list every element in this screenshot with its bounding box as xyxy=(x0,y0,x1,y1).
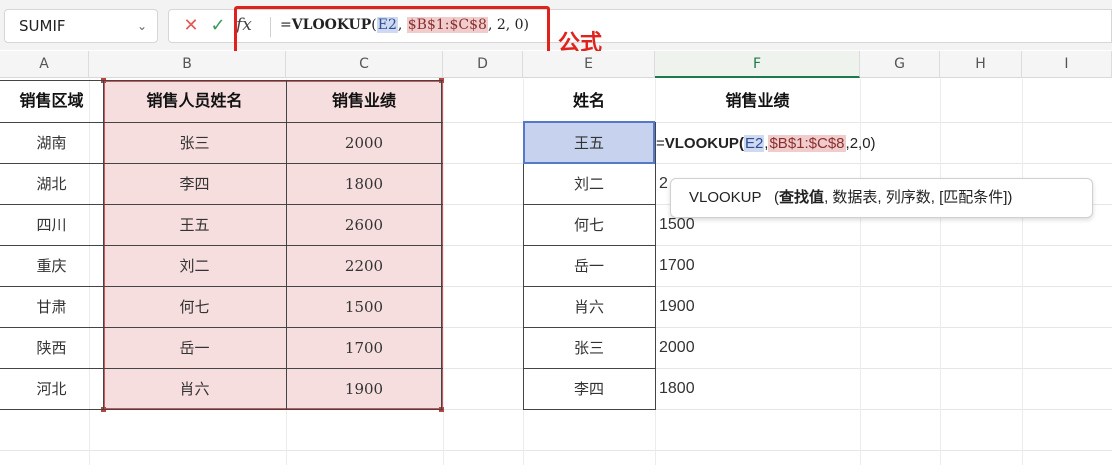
name-box-value: SUMIF xyxy=(19,17,66,35)
lookup-name-cell[interactable]: 何七 xyxy=(523,205,655,245)
column-header-f[interactable]: F xyxy=(655,51,860,78)
column-header-h[interactable]: H xyxy=(940,51,1022,78)
lookup-name-cell[interactable]: 王五 xyxy=(523,123,655,163)
name-cell[interactable]: 何七 xyxy=(103,287,286,327)
lookup-name-cell[interactable]: 刘二 xyxy=(523,164,655,204)
sales-cell[interactable]: 1800 xyxy=(286,164,442,204)
lookup-name-cell[interactable]: 张三 xyxy=(523,328,655,368)
region-cell[interactable]: 陕西 xyxy=(0,328,103,368)
tooltip-current-arg: 查找值 xyxy=(779,189,825,206)
column-header-a[interactable]: A xyxy=(0,51,89,78)
name-cell[interactable]: 张三 xyxy=(103,123,286,163)
sales-cell[interactable]: 1700 xyxy=(286,328,442,368)
cancel-icon[interactable]: ✕ xyxy=(180,14,202,38)
region-cell[interactable]: 湖北 xyxy=(0,164,103,204)
header-region[interactable]: 销售区域 xyxy=(0,81,103,121)
column-header-g[interactable]: G xyxy=(860,51,940,78)
header-sales-result[interactable]: 销售业绩 xyxy=(655,81,860,121)
result-cell[interactable]: 1900 xyxy=(655,287,860,327)
result-cell[interactable]: 2000 xyxy=(655,328,860,368)
column-header-c[interactable]: C xyxy=(286,51,443,78)
column-header-d[interactable]: D xyxy=(443,51,523,78)
region-cell[interactable]: 四川 xyxy=(0,205,103,245)
region-cell[interactable]: 重庆 xyxy=(0,246,103,286)
active-cell-formula[interactable]: =VLOOKUP(E2,$B$1:$C$8,2,0) xyxy=(656,124,876,164)
sales-cell[interactable]: 1500 xyxy=(286,287,442,327)
lookup-name-cell[interactable]: 岳一 xyxy=(523,246,655,286)
lookup-name-cell[interactable]: 肖六 xyxy=(523,287,655,327)
name-cell[interactable]: 岳一 xyxy=(103,328,286,368)
chevron-down-icon[interactable]: ⌄ xyxy=(137,10,147,42)
name-cell[interactable]: 刘二 xyxy=(103,246,286,286)
lookup-name-cell[interactable]: 李四 xyxy=(523,369,655,409)
column-header-b[interactable]: B xyxy=(89,51,286,78)
tooltip-other-args: , 数据表, 列序数, [匹配条件]) xyxy=(824,189,1013,206)
header-name[interactable]: 姓名 xyxy=(523,81,655,121)
sales-cell[interactable]: 2600 xyxy=(286,205,442,245)
sales-cell[interactable]: 1900 xyxy=(286,369,442,409)
region-cell[interactable]: 湖南 xyxy=(0,123,103,163)
header-salesperson[interactable]: 销售人员姓名 xyxy=(103,81,286,121)
sales-cell[interactable]: 2200 xyxy=(286,246,442,286)
sales-cell[interactable]: 2000 xyxy=(286,123,442,163)
name-cell[interactable]: 王五 xyxy=(103,205,286,245)
name-cell[interactable]: 李四 xyxy=(103,164,286,204)
region-cell[interactable]: 河北 xyxy=(0,369,103,409)
name-cell[interactable]: 肖六 xyxy=(103,369,286,409)
column-header-e[interactable]: E xyxy=(523,51,655,78)
header-sales[interactable]: 销售业绩 xyxy=(286,81,442,121)
name-box[interactable]: SUMIF ⌄ xyxy=(4,9,158,43)
column-header-i[interactable]: I xyxy=(1022,51,1112,78)
result-cell[interactable]: 1800 xyxy=(655,369,860,409)
tooltip-function-name: VLOOKUP xyxy=(689,189,762,206)
function-tooltip[interactable]: VLOOKUP (查找值, 数据表, 列序数, [匹配条件]) xyxy=(670,178,1093,218)
result-cell[interactable]: 1700 xyxy=(655,246,860,286)
region-cell[interactable]: 甘肃 xyxy=(0,287,103,327)
confirm-icon[interactable]: ✓ xyxy=(207,14,229,38)
